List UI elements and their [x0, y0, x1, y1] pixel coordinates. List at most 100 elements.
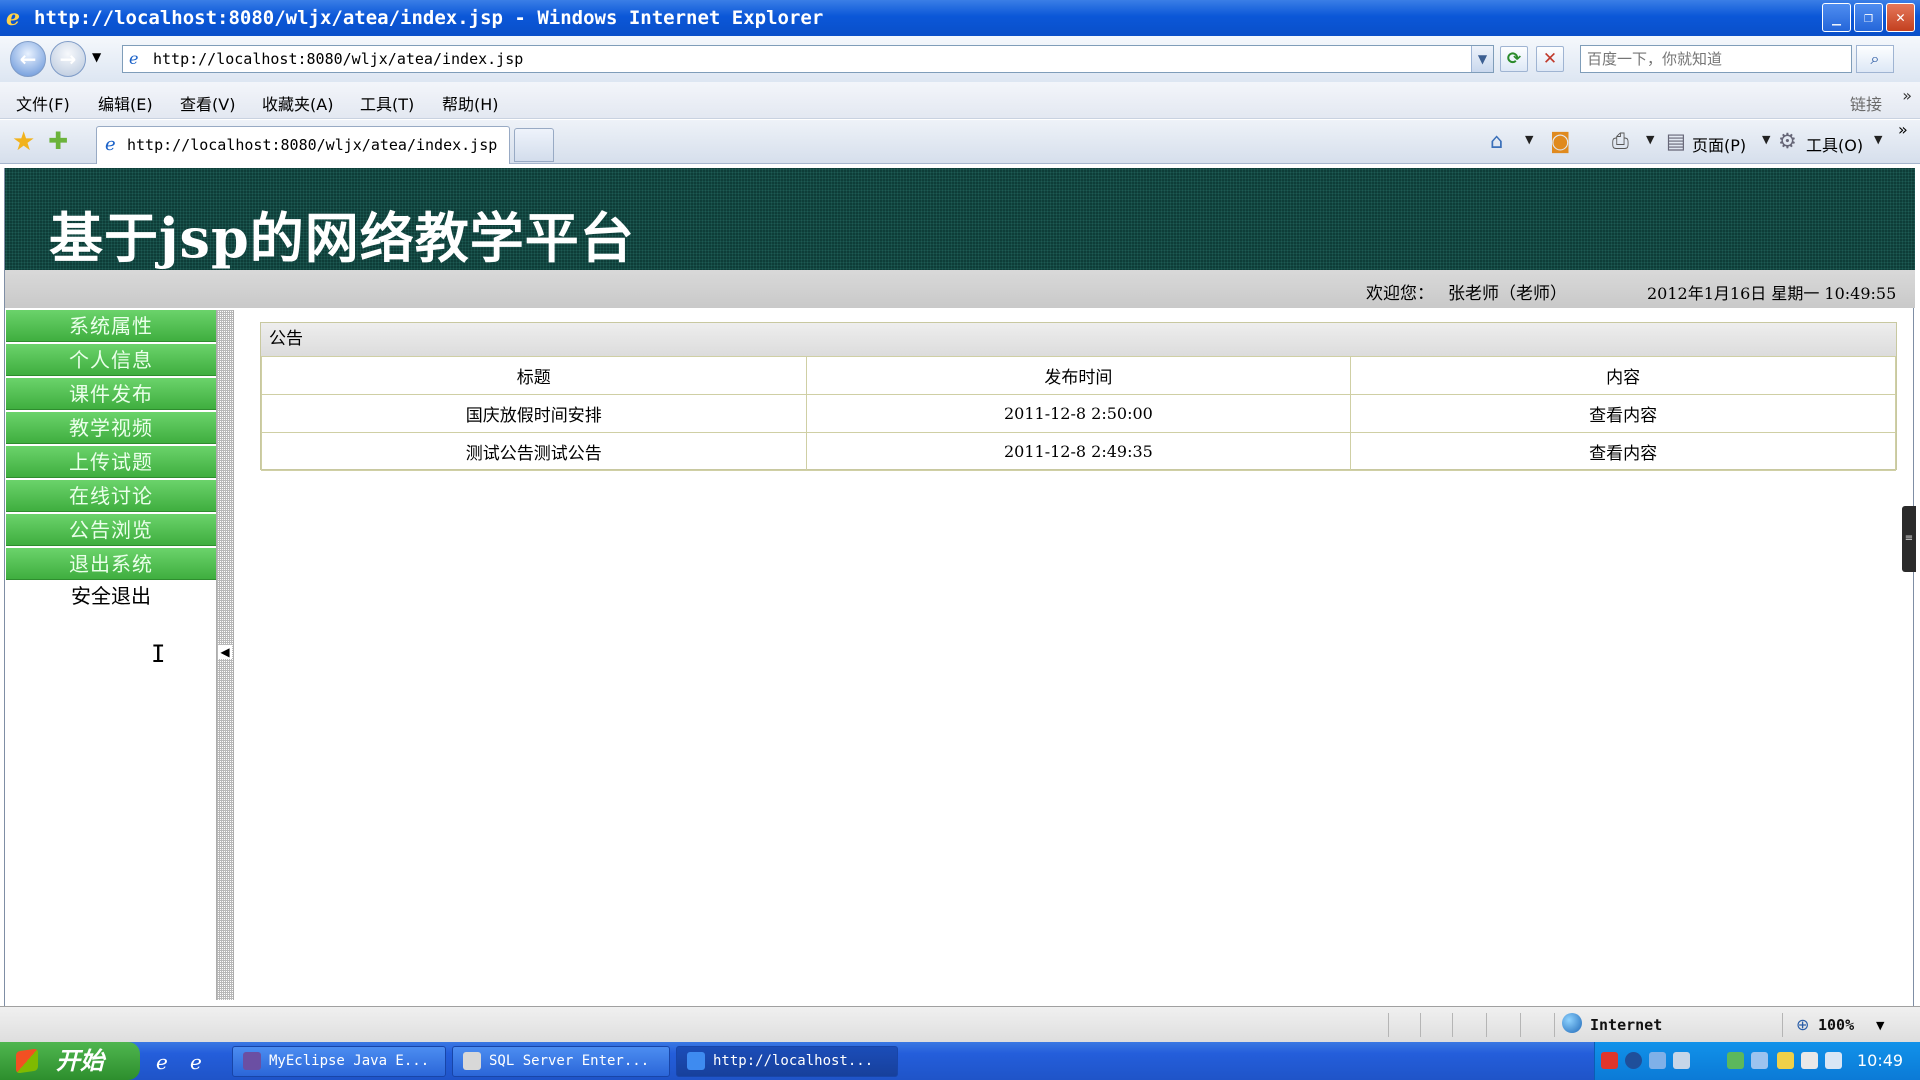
- zoom-level[interactable]: 100%: [1818, 1016, 1854, 1034]
- security-zone[interactable]: Internet: [1590, 1016, 1662, 1034]
- sidebar-item-system-properties[interactable]: 系统属性: [6, 310, 216, 342]
- tab-title[interactable]: http://localhost:8080/wljx/atea/index.js…: [127, 136, 497, 154]
- search-icon[interactable]: ⌕: [1856, 45, 1894, 73]
- search-input[interactable]: [1581, 46, 1851, 72]
- system-tray: 10:49: [1594, 1042, 1920, 1080]
- welcome-label: 欢迎您：: [1366, 284, 1434, 304]
- tray-volume-icon[interactable]: [1801, 1052, 1818, 1069]
- status-separator: [1486, 1013, 1487, 1037]
- ie-task-icon: [687, 1052, 705, 1070]
- tray-arrow-icon[interactable]: [1625, 1052, 1642, 1069]
- page-menu-icon: ▤: [1666, 129, 1686, 153]
- status-separator: [1452, 1013, 1453, 1037]
- search-field[interactable]: [1580, 45, 1852, 73]
- sidebar-item-personal-info[interactable]: 个人信息: [6, 344, 216, 376]
- window-title: http://localhost:8080/wljx/atea/index.js…: [34, 7, 824, 29]
- menu-help[interactable]: 帮助(H): [442, 91, 499, 115]
- tray-input-icon[interactable]: [1673, 1052, 1690, 1069]
- tab-page-icon: e: [105, 134, 116, 155]
- sidebar-item-discussion[interactable]: 在线讨论: [6, 480, 216, 512]
- print-icon[interactable]: ⎙: [1612, 129, 1629, 154]
- address-field[interactable]: e http://localhost:8080/wljx/atea/index.…: [122, 45, 1494, 73]
- forward-button[interactable]: →: [50, 41, 86, 77]
- page-dropdown-icon[interactable]: ▼: [1762, 133, 1770, 146]
- task-sql-server[interactable]: SQL Server Enter...: [452, 1046, 670, 1077]
- current-user: 张老师（老师）: [1448, 284, 1567, 304]
- task-myeclipse[interactable]: MyEclipse Java E...: [232, 1046, 446, 1077]
- tray-um-icon[interactable]: [1777, 1052, 1794, 1069]
- status-separator: [1420, 1013, 1421, 1037]
- start-label: 开始: [56, 1047, 104, 1075]
- task-label: MyEclipse Java E...: [269, 1053, 430, 1069]
- windows-logo-icon: [16, 1048, 38, 1074]
- sidebar-item-notices[interactable]: 公告浏览: [6, 514, 216, 546]
- quicklaunch-ie2-icon[interactable]: e: [190, 1050, 202, 1074]
- menu-overflow-icon[interactable]: »: [1902, 86, 1912, 105]
- menu-edit[interactable]: 编辑(E): [98, 91, 153, 115]
- column-header-time: 发布时间: [805, 356, 1352, 395]
- notice-title: 国庆放假时间安排: [261, 394, 807, 433]
- notice-time: 2011-12-8 2:50:00: [805, 394, 1352, 433]
- zoom-icon: ⊕: [1796, 1015, 1810, 1034]
- restore-button[interactable]: ❐: [1854, 3, 1883, 32]
- status-separator: [1782, 1013, 1783, 1037]
- status-separator: [1520, 1013, 1521, 1037]
- menu-tools[interactable]: 工具(T): [360, 91, 414, 115]
- print-dropdown-icon[interactable]: ▼: [1646, 133, 1654, 146]
- task-label: http://localhost...: [713, 1053, 874, 1069]
- favorites-star-icon[interactable]: ★: [12, 127, 35, 157]
- tray-s-icon[interactable]: [1601, 1052, 1618, 1069]
- refresh-icon[interactable]: ⟳: [1500, 46, 1528, 72]
- menu-view[interactable]: 查看(V): [180, 91, 235, 115]
- tray-monitor-icon[interactable]: [1751, 1052, 1768, 1069]
- feeds-icon[interactable]: ◙: [1550, 129, 1570, 153]
- table-row: 国庆放假时间安排 2011-12-8 2:50:00 查看内容: [261, 394, 1896, 433]
- address-dropdown-icon[interactable]: ▼: [1471, 46, 1493, 72]
- view-content-link[interactable]: 查看内容: [1589, 444, 1657, 464]
- close-button[interactable]: ✕: [1886, 3, 1915, 32]
- menu-file[interactable]: 文件(F): [16, 91, 70, 115]
- add-favorite-icon[interactable]: ✚: [48, 127, 68, 155]
- taskbar: 开始 e e MyEclipse Java E... SQL Server En…: [0, 1042, 1920, 1080]
- zoom-dropdown-icon[interactable]: ▼: [1876, 1019, 1884, 1032]
- sidebar-item-videos[interactable]: 教学视频: [6, 412, 216, 444]
- tray-network-icon[interactable]: [1649, 1052, 1666, 1069]
- welcome-bar: 欢迎您： 张老师（老师） 2012年1月16日 星期一 10:49:55: [5, 270, 1915, 308]
- home-icon[interactable]: ⌂: [1490, 129, 1503, 153]
- home-dropdown-icon[interactable]: ▼: [1525, 133, 1533, 146]
- tools-dropdown-icon[interactable]: ▼: [1874, 133, 1882, 146]
- tab-current[interactable]: e http://localhost:8080/wljx/atea/index.…: [96, 126, 510, 164]
- stop-icon[interactable]: ✕: [1536, 46, 1564, 72]
- column-header-title: 标题: [261, 356, 807, 395]
- history-dropdown-icon[interactable]: ▼: [92, 50, 101, 64]
- site-banner: 基于jsp的网络教学平台: [5, 168, 1915, 270]
- site-title: 基于jsp的网络教学平台: [49, 206, 635, 270]
- sidebar-item-exit-system[interactable]: 退出系统: [6, 548, 216, 580]
- myeclipse-icon: [243, 1052, 261, 1070]
- sidebar-menu: 系统属性 个人信息 课件发布 教学视频 上传试题 在线讨论 公告浏览 退出系统 …: [6, 310, 216, 1006]
- collapse-arrow-icon[interactable]: ◀: [218, 645, 232, 659]
- view-content-link[interactable]: 查看内容: [1589, 406, 1657, 426]
- menu-favorites[interactable]: 收藏夹(A): [262, 91, 333, 115]
- start-button[interactable]: 开始: [0, 1042, 140, 1080]
- sidebar-item-safe-logout[interactable]: 安全退出: [6, 580, 216, 612]
- tray-user-icon[interactable]: [1727, 1052, 1744, 1069]
- sidebar-item-upload-questions[interactable]: 上传试题: [6, 446, 216, 478]
- back-button[interactable]: ←: [10, 41, 46, 77]
- toolbar-overflow-icon[interactable]: »: [1898, 120, 1908, 139]
- address-url[interactable]: http://localhost:8080/wljx/atea/index.js…: [153, 50, 523, 68]
- new-tab-button[interactable]: [514, 128, 554, 162]
- page-menu[interactable]: 页面(P): [1692, 132, 1746, 156]
- notice-table: 标题 发布时间 内容 国庆放假时间安排 2011-12-8 2:50:00 查看…: [261, 356, 1896, 471]
- tools-menu[interactable]: 工具(O): [1806, 132, 1863, 156]
- column-header-content: 内容: [1350, 356, 1896, 395]
- table-header-row: 标题 发布时间 内容: [261, 356, 1896, 395]
- side-handle-icon[interactable]: ≡: [1902, 506, 1916, 572]
- task-ie-window[interactable]: http://localhost...: [676, 1046, 898, 1077]
- minimize-button[interactable]: _: [1822, 3, 1851, 32]
- quicklaunch-ie-icon[interactable]: e: [156, 1050, 168, 1074]
- links-label[interactable]: 链接: [1850, 91, 1882, 115]
- tray-shield-icon[interactable]: [1825, 1052, 1842, 1069]
- current-datetime: 2012年1月16日 星期一 10:49:55: [1647, 284, 1897, 303]
- sidebar-item-courseware[interactable]: 课件发布: [6, 378, 216, 410]
